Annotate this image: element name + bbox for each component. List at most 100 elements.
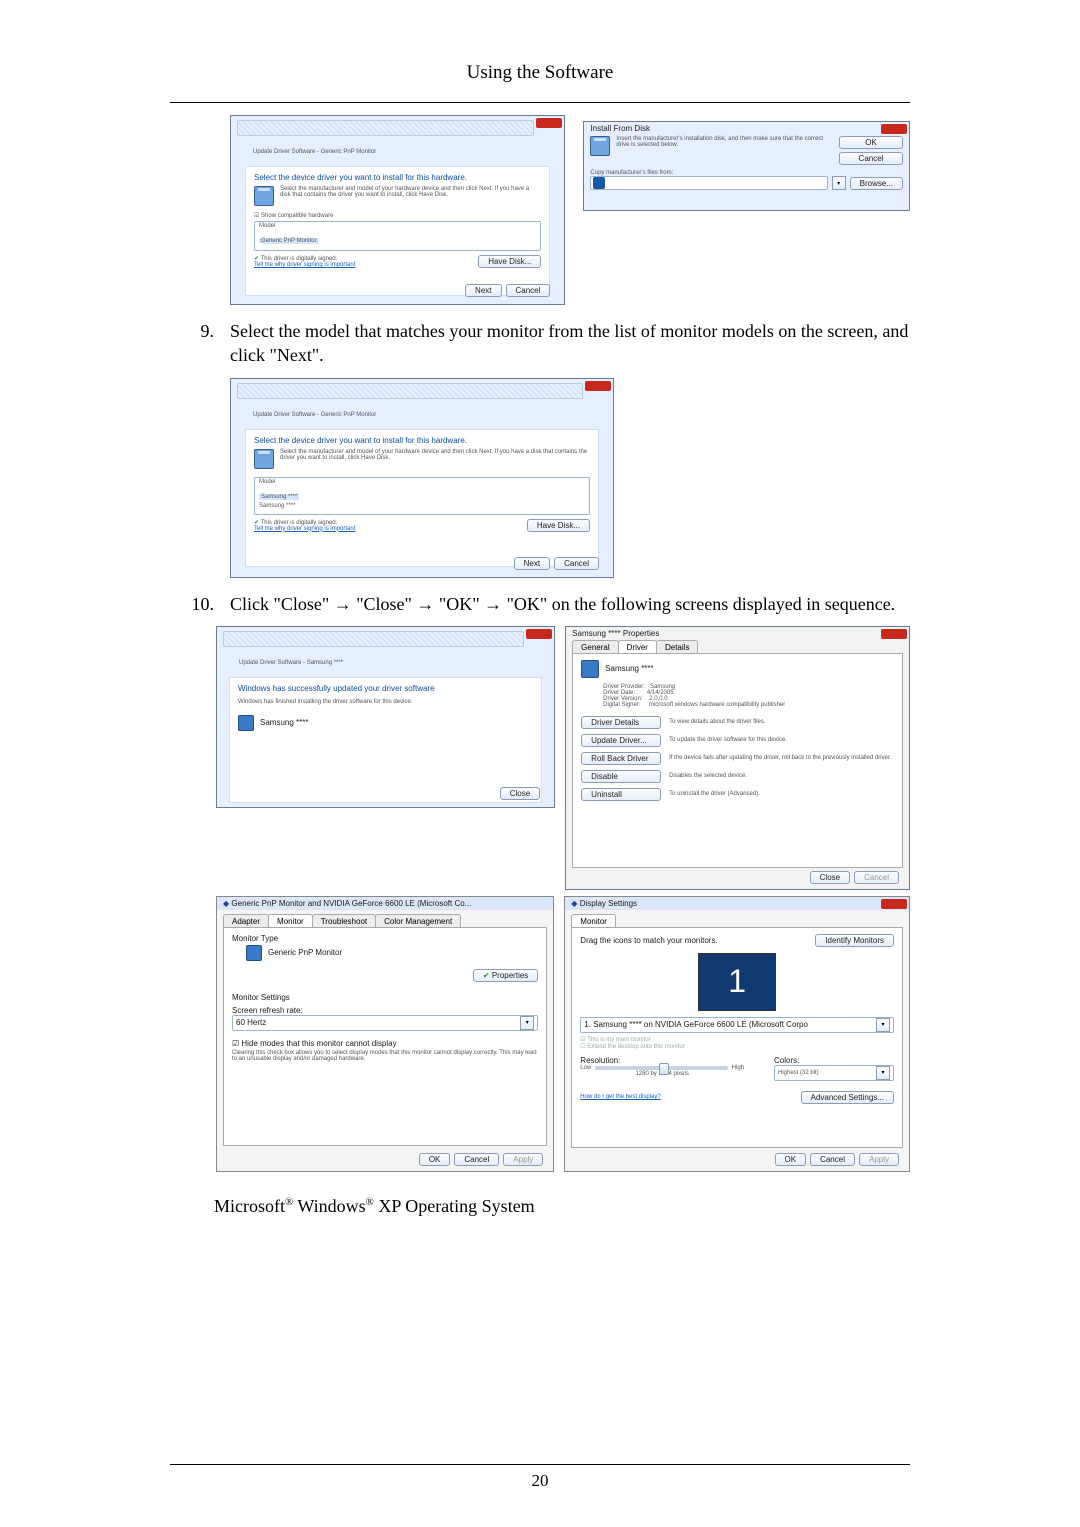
update-driver-button[interactable]: Update Driver... <box>581 734 661 747</box>
footer-rule <box>170 1464 910 1465</box>
advanced-settings-button[interactable]: Advanced Settings... <box>801 1091 894 1104</box>
page-number: 20 <box>532 1471 549 1490</box>
model-row[interactable]: Samsung **** <box>259 503 585 509</box>
dropdown-button[interactable]: ▾ <box>876 1018 890 1032</box>
tab-troubleshoot[interactable]: Troubleshoot <box>312 914 376 927</box>
close-icon[interactable] <box>881 899 907 909</box>
tab-general[interactable]: General <box>572 640 618 653</box>
browse-button[interactable]: Browse... <box>850 177 903 190</box>
hide-modes-checkbox[interactable]: ☑ Hide modes that this monitor cannot di… <box>232 1039 538 1048</box>
step-text: Click "Close" → "Close" → "OK" → "OK" on… <box>230 592 910 616</box>
value: microsoft windows hardware compatibility… <box>649 702 785 708</box>
description-text: Select the manufacturer and model of you… <box>280 449 590 469</box>
tab-driver[interactable]: Driver <box>618 640 657 653</box>
monitor-properties-dialog: ◆ Generic PnP Monitor and NVIDIA GeForce… <box>216 896 554 1172</box>
monitor-icon <box>246 945 262 961</box>
ok-button[interactable]: OK <box>839 136 903 149</box>
show-compatible-checkbox-label[interactable]: ☑ Show compatible hardware <box>254 213 333 219</box>
close-button[interactable]: Close <box>500 787 540 800</box>
tab-monitor[interactable]: Monitor <box>571 914 616 927</box>
disable-button[interactable]: Disable <box>581 770 661 783</box>
tab-color-management[interactable]: Color Management <box>375 914 461 927</box>
identify-monitors-button[interactable]: Identify Monitors <box>815 934 894 947</box>
tab-adapter[interactable]: Adapter <box>223 914 269 927</box>
section-label: Monitor Settings <box>232 993 538 1002</box>
rollback-driver-button[interactable]: Roll Back Driver <box>581 752 661 765</box>
main-monitor-checkbox: ☑ This is my main monitor <box>580 1036 894 1043</box>
breadcrumb: Update Driver Software - Generic PnP Mon… <box>253 149 376 155</box>
disk-icon <box>254 449 274 469</box>
properties-button[interactable]: ✔ Properties <box>473 969 538 982</box>
breadcrumb: Update Driver Software - Samsung **** <box>239 660 343 666</box>
close-icon[interactable] <box>881 124 907 134</box>
page-header: Using the Software <box>170 62 910 84</box>
install-from-disk-dialog: Install From Disk Insert the manufacture… <box>583 121 910 211</box>
colors-label: Colors: <box>774 1056 894 1065</box>
driver-details-button[interactable]: Driver Details <box>581 716 661 729</box>
description-text: Select the manufacturer and model of you… <box>280 186 541 206</box>
close-icon[interactable] <box>881 629 907 639</box>
cancel-button[interactable]: Cancel <box>506 284 551 297</box>
drag-instruction: Drag the icons to match your monitors. <box>580 936 717 945</box>
next-button[interactable]: Next <box>465 284 501 297</box>
cancel-button: Cancel <box>854 871 899 884</box>
description: If the device fails after updating the d… <box>669 755 894 761</box>
monitor-thumbnail[interactable]: 1 <box>698 953 776 1011</box>
model-column-header: Model <box>259 479 585 485</box>
description: To uninstall the driver (Advanced). <box>669 791 894 797</box>
cancel-button[interactable]: Cancel <box>839 152 903 165</box>
signed-text: ✔ This driver is digitally signed. <box>254 255 355 262</box>
tab-monitor[interactable]: Monitor <box>268 914 313 927</box>
low-label: Low <box>580 1065 591 1071</box>
model-column-header: Model <box>259 223 536 229</box>
success-dialog: Update Driver Software - Samsung **** Wi… <box>216 626 555 808</box>
windows-icon <box>593 177 605 189</box>
tab-details[interactable]: Details <box>656 640 698 653</box>
disk-icon <box>254 186 274 206</box>
dialog-title: ◆ Display Settings <box>565 897 909 910</box>
display-settings-dialog: ◆ Display Settings Monitor Drag the icon… <box>564 896 910 1172</box>
dropdown-button[interactable]: ▾ <box>876 1066 890 1080</box>
disk-icon <box>590 136 610 156</box>
description: To update the driver software for this d… <box>669 737 894 743</box>
model-row[interactable]: Generic PnP Monitor <box>259 238 319 244</box>
cancel-button[interactable]: Cancel <box>454 1153 499 1166</box>
model-row[interactable]: Samsung **** <box>259 494 299 500</box>
next-button[interactable]: Next <box>514 557 550 570</box>
dialog-title: Install From Disk <box>584 122 909 133</box>
best-display-link[interactable]: How do I get the best display? <box>580 1094 660 1100</box>
driver-wizard-dialog: Update Driver Software - Generic PnP Mon… <box>230 115 565 305</box>
have-disk-button[interactable]: Have Disk... <box>478 255 541 268</box>
cancel-button[interactable]: Cancel <box>554 557 599 570</box>
ok-button[interactable]: OK <box>775 1153 807 1166</box>
signing-link[interactable]: Tell me why driver signing is important <box>254 526 355 532</box>
high-label: High <box>732 1065 744 1071</box>
close-icon[interactable] <box>536 118 562 128</box>
cancel-button[interactable]: Cancel <box>810 1153 855 1166</box>
dialog-title: ◆ Generic PnP Monitor and NVIDIA GeForce… <box>217 897 553 910</box>
close-button[interactable]: Close <box>810 871 850 884</box>
step-number: 10. <box>170 592 230 616</box>
description: Disables the selected device. <box>669 773 894 779</box>
dropdown-button[interactable]: ▾ <box>832 176 846 190</box>
message: Insert the manufacturer's installation d… <box>616 136 833 165</box>
refresh-rate-value[interactable]: 60 Hertz <box>236 1018 266 1027</box>
ok-button[interactable]: OK <box>419 1153 451 1166</box>
uninstall-button[interactable]: Uninstall <box>581 788 661 801</box>
device-name: Samsung **** <box>260 718 308 727</box>
close-icon[interactable] <box>585 381 611 391</box>
subtext: Windows has finished installing the driv… <box>238 699 533 705</box>
refresh-rate-label: Screen refresh rate: <box>232 1006 538 1015</box>
signed-text: ✔ This driver is digitally signed. <box>254 519 355 526</box>
colors-value[interactable]: Highest (32 bit) <box>778 1070 819 1076</box>
monitor-type-value: Generic PnP Monitor <box>268 948 342 957</box>
close-icon[interactable] <box>526 629 552 639</box>
section-label: Monitor Type <box>232 934 538 943</box>
monitor-select-value[interactable]: 1. Samsung **** on NVIDIA GeForce 6600 L… <box>584 1020 808 1029</box>
os-subheading: Microsoft® Windows® XP Operating System <box>214 1196 910 1217</box>
resolution-slider[interactable] <box>595 1066 727 1070</box>
have-disk-button[interactable]: Have Disk... <box>527 519 590 532</box>
driver-properties-dialog: Samsung **** Properties General Driver D… <box>565 626 910 890</box>
signing-link[interactable]: Tell me why driver signing is important <box>254 262 355 268</box>
dropdown-button[interactable]: ▾ <box>520 1016 534 1030</box>
